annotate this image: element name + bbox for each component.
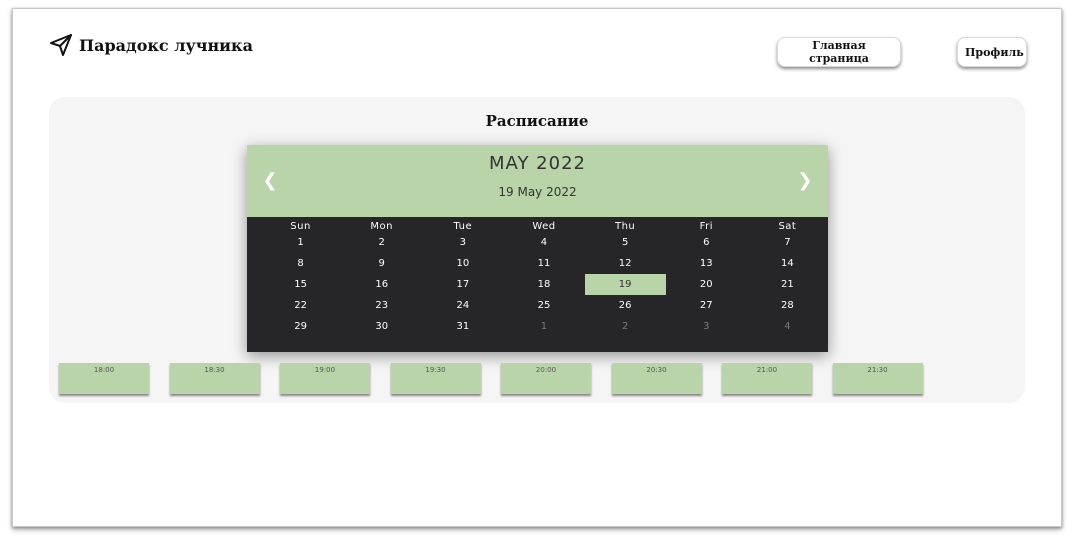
calendar-day[interactable]: 24 — [422, 295, 503, 316]
calendar-week-row: 1234567 — [247, 232, 828, 253]
calendar-day[interactable]: 17 — [422, 274, 503, 295]
calendar-day[interactable]: 3 — [422, 232, 503, 253]
weekday-label: Fri — [699, 221, 713, 232]
calendar-day[interactable]: 25 — [503, 295, 584, 316]
calendar-day[interactable]: 23 — [341, 295, 422, 316]
weekday-row: Sun Mon Tue Wed Thu Fri Sat — [247, 221, 828, 232]
calendar-week-row: 29 30 31 1 2 3 4 — [247, 316, 828, 337]
chevron-right-icon[interactable]: ❯ — [794, 169, 816, 193]
calendar-grid: Sun Mon Tue Wed Thu Fri Sat 1 2 3 4 5 6 7 8 9 10 11 12 13 1… — [247, 217, 828, 352]
time-slot-button[interactable]: 18:30 — [169, 363, 260, 394]
calendar-day[interactable]: 30 — [341, 316, 422, 337]
calendar-day[interactable]: 1 — [260, 232, 341, 253]
app-window: Парадокс лучника Главная страница Профил… — [12, 8, 1062, 527]
schedule-panel: Расписание ❮ MAY 2022 19 May 2022 ❯ Sun M… — [49, 97, 1025, 403]
calendar-day[interactable]: 2 — [585, 316, 666, 337]
calendar-selected-date: 19 May 2022 — [498, 185, 577, 199]
calendar-day[interactable]: 27 — [666, 295, 747, 316]
calendar: ❮ MAY 2022 19 May 2022 ❯ Sun Mon Tue Wed Thu… — [247, 145, 828, 352]
weekday-label: Tue — [453, 221, 473, 232]
calendar-day[interactable]: 26 — [585, 295, 666, 316]
brand[interactable]: Парадокс лучника — [49, 33, 253, 57]
calendar-day[interactable]: 31 — [422, 316, 503, 337]
weekday-label: Sat — [778, 221, 797, 232]
time-slot-button[interactable]: 19:30 — [390, 363, 481, 394]
weekday-label: Mon — [370, 221, 393, 232]
calendar-day[interactable]: 5 — [585, 232, 666, 253]
profile-button[interactable]: Профиль — [957, 37, 1027, 67]
calendar-day[interactable]: 22 — [260, 295, 341, 316]
calendar-day[interactable]: 11 — [503, 253, 584, 274]
calendar-day-selected[interactable]: 19 — [584, 274, 666, 295]
calendar-day[interactable]: 13 — [666, 253, 747, 274]
calendar-day[interactable]: 4 — [503, 232, 584, 253]
time-slot-button[interactable]: 20:30 — [611, 363, 702, 394]
paper-plane-icon — [50, 34, 72, 56]
calendar-day[interactable]: 14 — [747, 253, 828, 274]
weekday-label: Wed — [532, 221, 556, 232]
calendar-day[interactable]: 8 — [260, 253, 341, 274]
time-slot-button[interactable]: 20:00 — [501, 363, 591, 394]
calendar-day[interactable]: 2 — [341, 232, 422, 253]
brand-name: Парадокс лучника — [79, 35, 253, 55]
calendar-week-row: 8 9 10 11 12 13 14 — [247, 253, 828, 274]
calendar-day[interactable]: 6 — [666, 232, 747, 253]
calendar-day[interactable]: 15 — [260, 274, 341, 295]
time-slot-button[interactable]: 18:00 — [59, 363, 149, 394]
time-slot-button[interactable]: 21:00 — [722, 363, 812, 394]
calendar-day[interactable]: 4 — [747, 316, 828, 337]
calendar-day[interactable]: 12 — [585, 253, 666, 274]
calendar-day[interactable]: 7 — [747, 232, 828, 253]
calendar-week-row: 15 16 17 18 19 20 21 — [247, 274, 828, 295]
calendar-day[interactable]: 29 — [260, 316, 341, 337]
time-slots: 18:00 18:30 19:00 19:30 20:00 20:30 21:00 21:30 — [59, 363, 1019, 395]
calendar-month-year: MAY 2022 — [489, 153, 586, 174]
calendar-day[interactable]: 1 — [503, 316, 584, 337]
calendar-week-row: 22 23 24 25 26 27 28 — [247, 295, 828, 316]
weekday-label: Thu — [614, 221, 636, 232]
time-slot-button[interactable]: 19:00 — [280, 363, 370, 394]
weekday-label: Sun — [290, 221, 311, 232]
calendar-day[interactable]: 10 — [422, 253, 503, 274]
calendar-day[interactable]: 21 — [747, 274, 828, 295]
calendar-day[interactable]: 3 — [666, 316, 747, 337]
calendar-day[interactable]: 9 — [341, 253, 422, 274]
calendar-day[interactable]: 16 — [341, 274, 422, 295]
schedule-title: Расписание — [485, 112, 589, 130]
calendar-header: ❮ MAY 2022 19 May 2022 ❯ — [247, 145, 828, 217]
home-page-button[interactable]: Главная страница — [777, 37, 901, 67]
calendar-day[interactable]: 20 — [666, 274, 747, 295]
calendar-day[interactable]: 18 — [503, 274, 584, 295]
calendar-day[interactable]: 28 — [747, 295, 828, 316]
time-slot-button[interactable]: 21:30 — [832, 363, 923, 394]
